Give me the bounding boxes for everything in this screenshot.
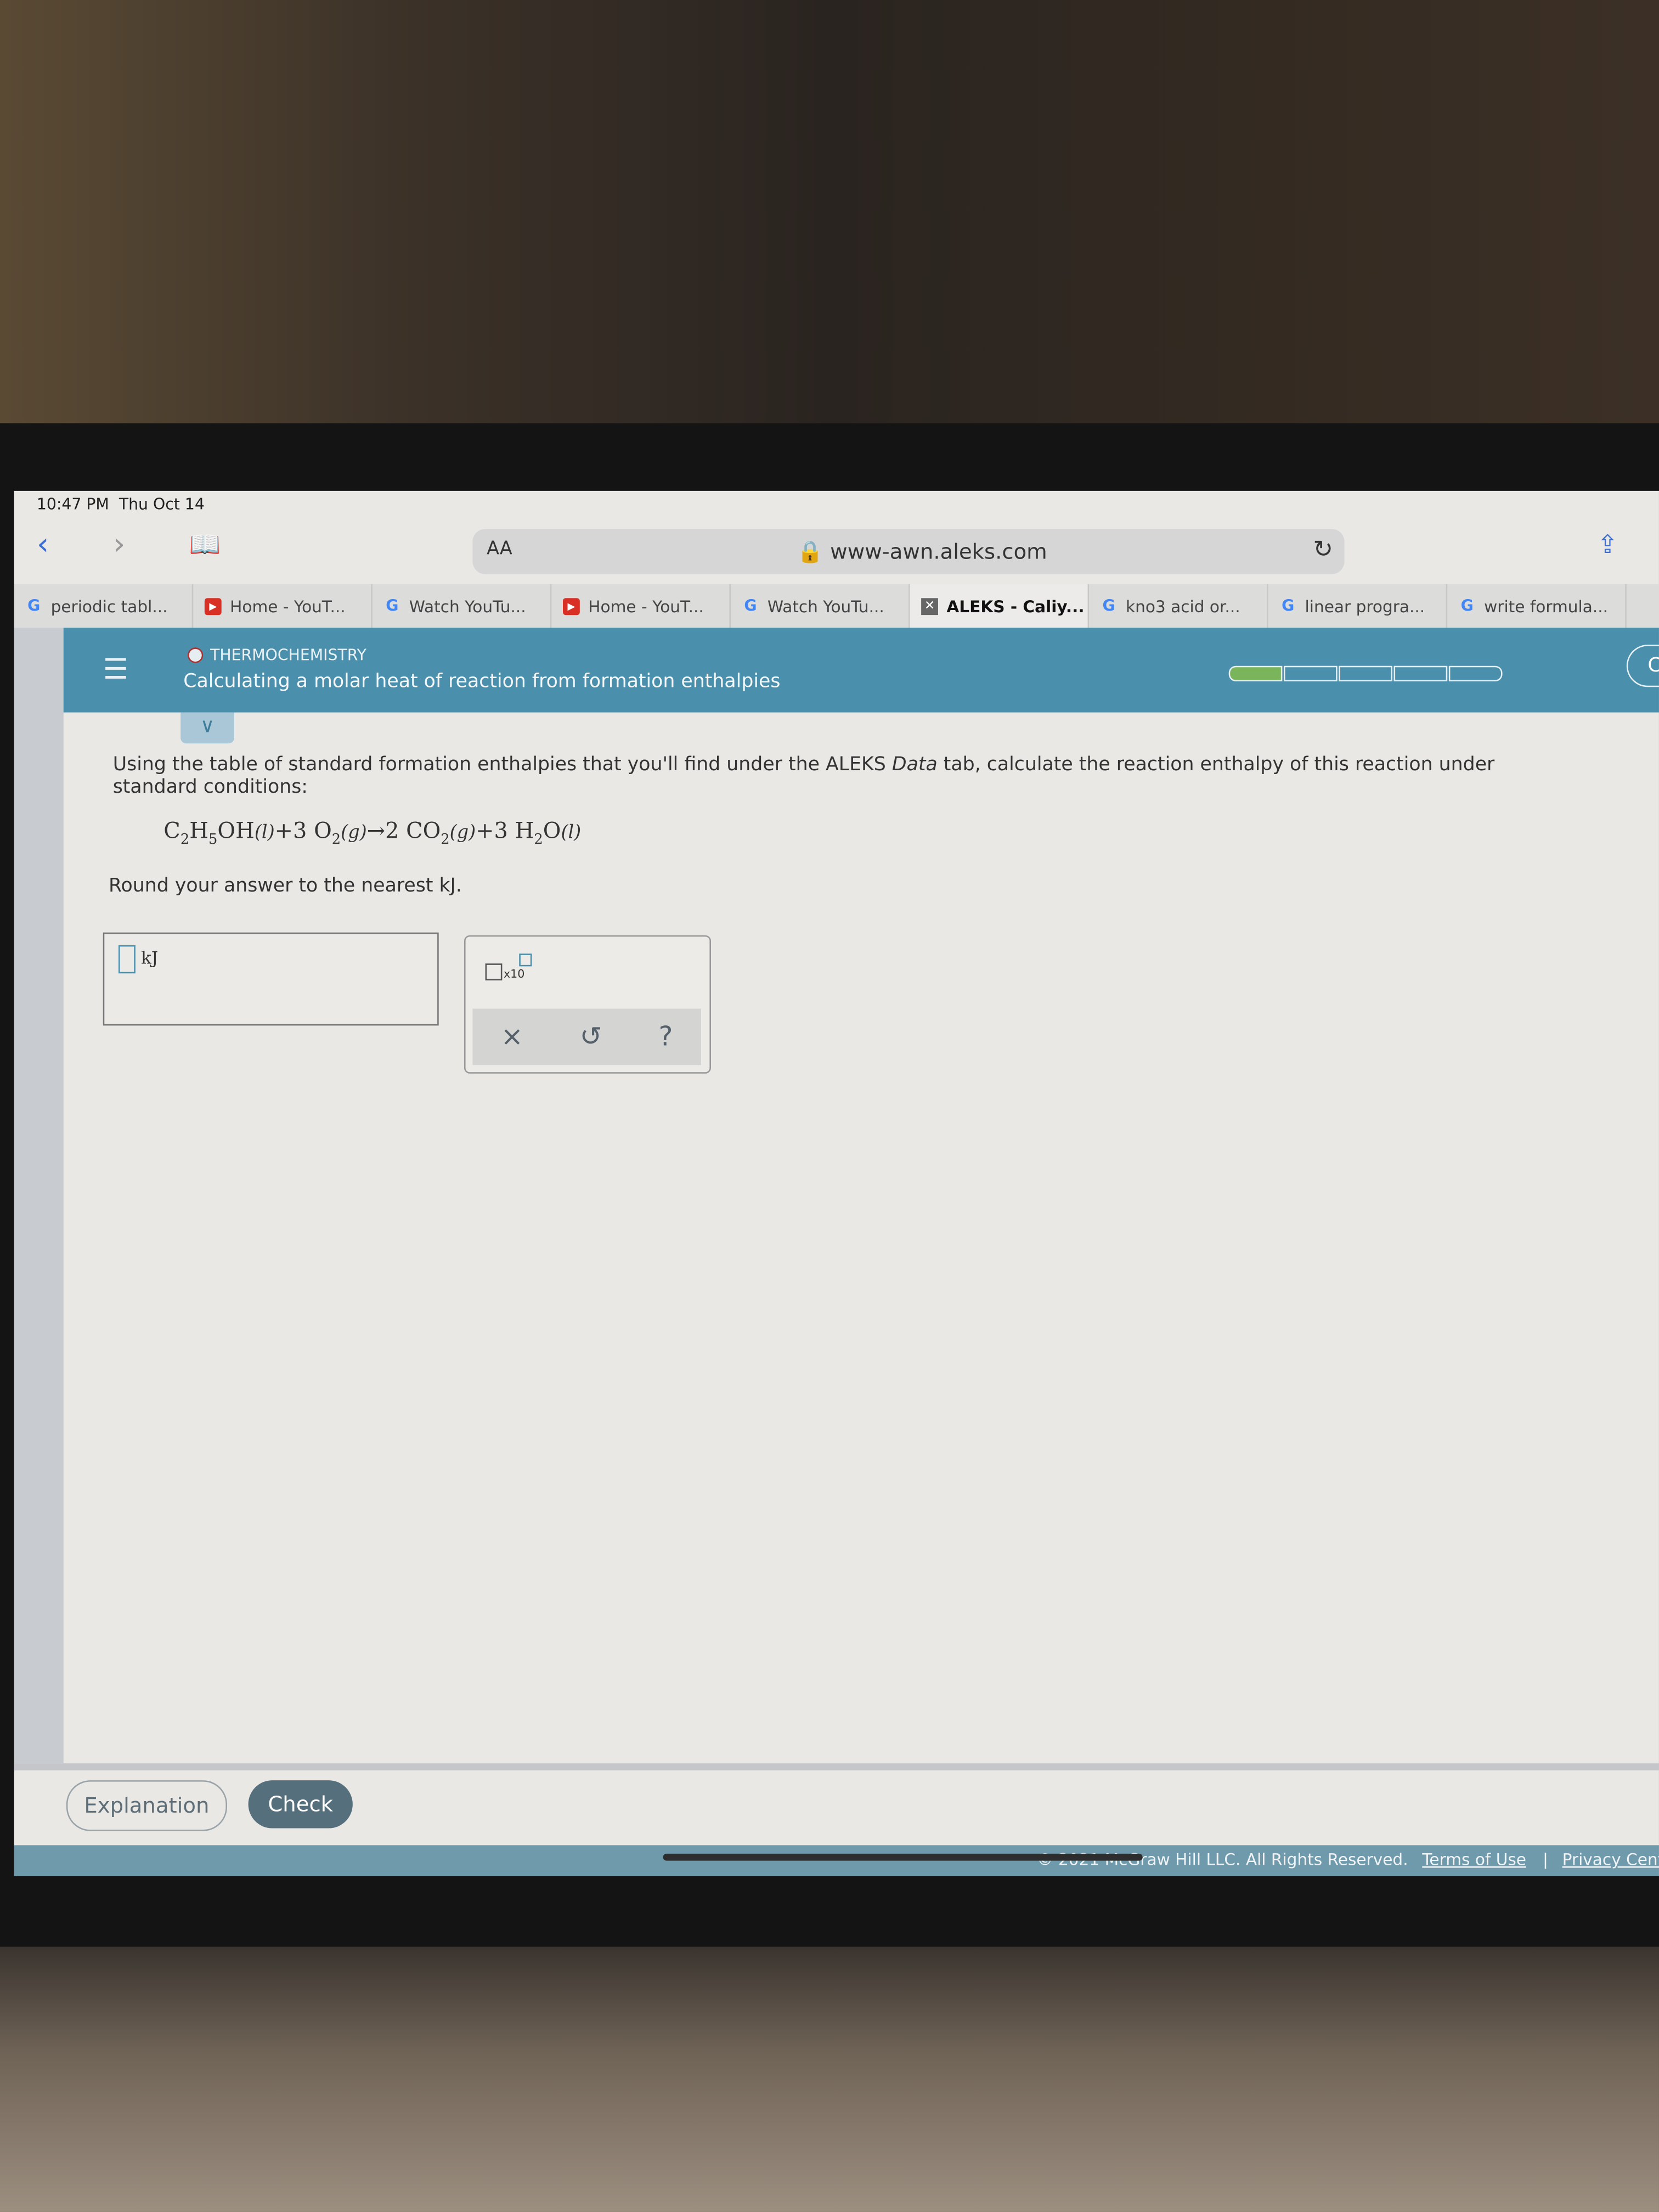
clock: 10:47 PM (36, 495, 109, 514)
math-keypad: x10 × ↺ ? (464, 935, 711, 1074)
bookmarks-icon[interactable]: 📖 (189, 531, 221, 560)
tab-label: Home - YouT... (230, 596, 346, 616)
tab-label: Watch YouTu... (409, 596, 526, 616)
chemical-equation: C2H5OH(l)+3 O2(g)→2 CO2(g)+3 H2O(l) (163, 818, 582, 848)
tab-5[interactable]: ✕ ALEKS - Caliy... (910, 584, 1090, 628)
background-photo (0, 0, 1659, 424)
terms-link[interactable]: Terms of Use (1422, 1849, 1526, 1869)
clear-button[interactable]: × (501, 1022, 523, 1053)
url-text[interactable]: 🔒 www-awn.aleks.com (797, 539, 1047, 564)
youtube-icon: ▶ (562, 597, 580, 614)
google-icon: G (1282, 596, 1295, 616)
answer-input[interactable]: kJ (103, 932, 439, 1026)
tab-3[interactable]: ▶ Home - YouT... (551, 584, 731, 628)
youtube-icon: ▶ (204, 597, 222, 614)
question-text: Using the table of standard formation en… (112, 753, 1495, 799)
back-icon[interactable]: ‹ (37, 528, 49, 563)
topic-label: THERMOCHEMISTRY (187, 646, 366, 665)
blanket-photo (0, 1946, 1659, 2212)
user-menu-button[interactable]: Caliya (1626, 645, 1659, 687)
undo-button[interactable]: ↺ (580, 1022, 602, 1053)
reload-icon[interactable]: ↻ (1313, 536, 1333, 564)
tab-0[interactable]: Gperiodic tabl... (14, 584, 194, 628)
tab-label: periodic tabl... (50, 596, 168, 616)
aleks-header: ☰ THERMOCHEMISTRY Calculating a molar he… (63, 628, 1659, 713)
tab-label: linear progra... (1305, 596, 1425, 616)
sci-notation-base-box[interactable] (485, 963, 503, 981)
divider (14, 1763, 1659, 1771)
tab-label: ALEKS - Caliy... (946, 596, 1085, 616)
home-indicator[interactable] (663, 1853, 1143, 1861)
share-icon[interactable]: ⇪ (1597, 531, 1618, 560)
forward-icon[interactable]: › (113, 528, 126, 563)
google-icon: G (744, 596, 757, 616)
answer-unit: kJ (141, 947, 159, 968)
privacy-link[interactable]: Privacy Center (1562, 1849, 1659, 1869)
sci-notation-exponent-box[interactable] (519, 953, 532, 967)
google-icon: G (1102, 596, 1115, 616)
tab-label: Home - YouT... (588, 596, 704, 616)
progress-bar (1228, 665, 1504, 681)
help-button[interactable]: ? (659, 1022, 673, 1053)
rounding-instruction: Round your answer to the nearest kJ. (108, 874, 462, 898)
tab-bar: Gperiodic tabl... ▶ Home - YouT... G Watch Y… (14, 584, 1659, 628)
page-title: Calculating a molar heat of reaction fro… (183, 670, 781, 693)
topic-status-icon (187, 647, 204, 663)
sci-notation-button[interactable]: x10 (504, 968, 524, 980)
aleks-icon: ✕ (921, 597, 938, 614)
tab-1[interactable]: ▶ Home - YouT... (193, 584, 373, 628)
progress-segment (1228, 665, 1283, 681)
google-icon: G (1460, 596, 1474, 616)
chevron-down-icon[interactable]: ∨ (180, 712, 234, 744)
menu-icon[interactable]: ☰ (103, 652, 128, 686)
reader-settings-button[interactable]: AA (487, 539, 512, 560)
separator: | (1542, 1849, 1548, 1870)
google-icon: G (27, 596, 41, 616)
ipad-screen: 10:47 PM Thu Oct 14 ‹ › 📖 AA 🔒 www-awn.a… (14, 490, 1659, 1876)
progress-segment (1283, 665, 1338, 681)
progress-segment (1339, 665, 1392, 681)
tab-label: write formula... (1484, 596, 1609, 616)
tab-6[interactable]: Gkno3 acid or... (1089, 584, 1268, 628)
left-strip (14, 628, 64, 1764)
progress-segment (1393, 665, 1448, 681)
topic-text: THERMOCHEMISTRY (210, 646, 366, 665)
address-bar[interactable]: AA 🔒 www-awn.aleks.com ↻ (472, 529, 1345, 574)
google-icon: G (386, 596, 399, 616)
check-button[interactable]: Check (248, 1780, 353, 1829)
progress-segment (1448, 665, 1503, 681)
answer-cursor-box[interactable] (118, 945, 136, 974)
tab-8[interactable]: Gwrite formula... (1447, 584, 1627, 628)
tab-2[interactable]: G Watch YouTu... (373, 584, 552, 628)
date: Thu Oct 14 (119, 495, 205, 514)
tab-7[interactable]: Glinear progra... (1268, 584, 1448, 628)
tab-label: Watch YouTu... (767, 596, 884, 616)
explanation-button[interactable]: Explanation (66, 1780, 227, 1831)
tab-4[interactable]: G Watch YouTu... (731, 584, 910, 628)
url-value: www-awn.aleks.com (830, 539, 1047, 565)
status-bar: 10:47 PM Thu Oct 14 (37, 495, 205, 514)
tab-label: kno3 acid or... (1125, 596, 1240, 616)
